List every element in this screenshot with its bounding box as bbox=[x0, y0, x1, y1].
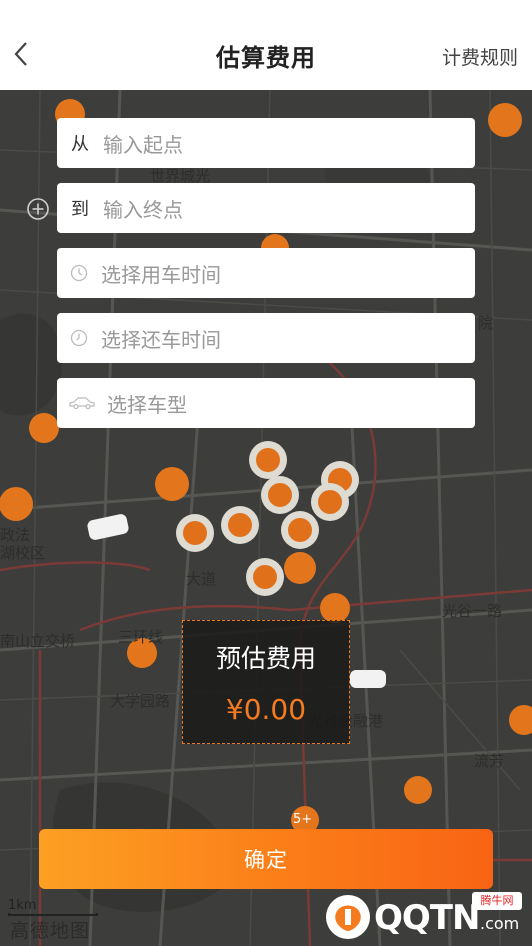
plus-circle-icon bbox=[27, 198, 49, 220]
watermark-text: QQTN bbox=[374, 898, 480, 938]
map-label: 三环线 bbox=[118, 628, 164, 646]
estimate-value: ¥0.00 bbox=[225, 693, 307, 726]
clock-icon bbox=[70, 264, 88, 282]
start-placeholder: 输入起点 bbox=[103, 132, 183, 157]
map-provider-logo: 高德地图 bbox=[10, 920, 91, 942]
confirm-button[interactable]: 确定 bbox=[39, 829, 493, 889]
map-label: 湖校区 bbox=[0, 544, 46, 562]
car-type-placeholder: 选择车型 bbox=[107, 392, 187, 417]
return-time-field[interactable]: 选择还车时间 bbox=[57, 313, 475, 363]
add-waypoint-button[interactable] bbox=[26, 197, 50, 221]
return-time-placeholder: 选择还车时间 bbox=[101, 327, 221, 352]
car-icon bbox=[69, 397, 95, 410]
end-location-field[interactable]: 到 输入终点 bbox=[57, 183, 475, 233]
car-type-field[interactable]: 选择车型 bbox=[57, 378, 475, 428]
scale-label: 1km bbox=[8, 898, 37, 913]
pickup-time-placeholder: 选择用车时间 bbox=[101, 262, 221, 287]
watermark-suffix: .com bbox=[480, 914, 520, 933]
map-label: 南山立交桥 bbox=[0, 632, 76, 650]
confirm-label: 确定 bbox=[244, 848, 288, 872]
map-label: 大道 bbox=[186, 570, 217, 588]
start-prefix: 从 bbox=[71, 134, 89, 155]
map-label: 5+ bbox=[293, 812, 313, 827]
qqtn-logo-icon bbox=[326, 895, 370, 939]
clock-icon bbox=[70, 329, 88, 347]
end-prefix: 到 bbox=[71, 199, 89, 220]
estimate-label: 预估费用 bbox=[215, 644, 316, 673]
pickup-time-field[interactable]: 选择用车时间 bbox=[57, 248, 475, 298]
start-location-field[interactable]: 从 输入起点 bbox=[57, 118, 475, 168]
map-label: 光谷一路 bbox=[442, 602, 503, 620]
end-placeholder: 输入终点 bbox=[103, 197, 183, 222]
map-scale: 1km bbox=[8, 898, 98, 916]
map-label: 大学园路 bbox=[110, 692, 171, 710]
map-label: 流芳 bbox=[474, 752, 505, 770]
map-label: 院 bbox=[478, 314, 494, 332]
billing-rules-link[interactable]: 计费规则 bbox=[442, 43, 518, 70]
fare-estimate-box: 预估费用 ¥0.00 bbox=[182, 620, 350, 744]
header-bar: 估算费用 计费规则 bbox=[0, 0, 532, 90]
watermark-badge: 腾牛网 bbox=[472, 892, 522, 910]
site-watermark: QQTN 腾牛网 .com bbox=[320, 888, 532, 946]
